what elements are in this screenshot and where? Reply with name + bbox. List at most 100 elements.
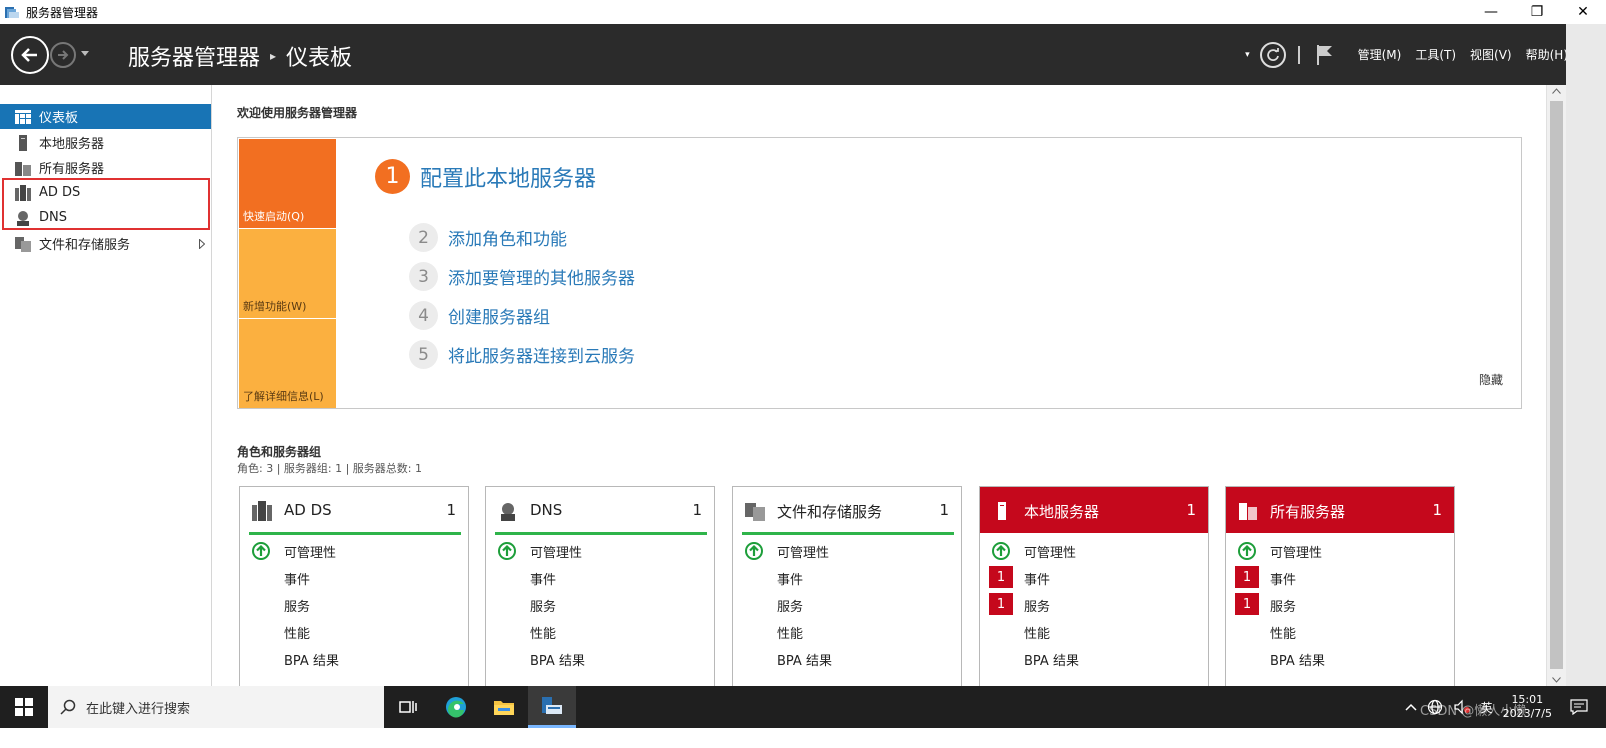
step-number: 3 (409, 262, 438, 291)
server-manager-taskbar-button[interactable] (528, 686, 576, 728)
tab-label: 了解详细信息(L) (243, 390, 324, 403)
step-number: 2 (409, 223, 438, 252)
step-add-servers[interactable]: 3 添加要管理的其他服务器 (409, 262, 635, 291)
notifications-dropdown[interactable]: ▾ (1245, 50, 1250, 60)
row-performance[interactable]: 性能 (486, 620, 714, 644)
row-events[interactable]: 事件 (240, 566, 468, 590)
row-label: 性能 (1270, 627, 1297, 642)
menu-manage[interactable]: 管理(M) (1358, 46, 1402, 63)
close-button[interactable]: ✕ (1560, 0, 1606, 24)
row-manageability[interactable]: 可管理性 (486, 539, 714, 563)
row-performance[interactable]: 性能 (1226, 620, 1454, 644)
row-services[interactable]: 服务 (240, 593, 468, 617)
alert-count-badge: 1 (989, 566, 1013, 588)
tile-count: 1 (939, 501, 949, 519)
tab-quick-start[interactable]: 快速启动(Q) (239, 139, 336, 228)
step-create-server-group[interactable]: 4 创建服务器组 (409, 301, 550, 330)
chevron-up-icon[interactable] (1405, 703, 1417, 711)
row-manageability[interactable]: 可管理性 (1226, 539, 1454, 563)
row-events[interactable]: 事件 (486, 566, 714, 590)
row-performance[interactable]: 性能 (980, 620, 1208, 644)
welcome-heading: 欢迎使用服务器管理器 (237, 106, 358, 120)
start-button[interactable] (0, 686, 48, 728)
step-link[interactable]: 创建服务器组 (448, 303, 550, 328)
row-label: BPA 结果 (777, 654, 832, 669)
status-up-icon (745, 542, 763, 560)
tile-title: AD DS (284, 501, 332, 519)
row-bpa-results[interactable]: BPA 结果 (733, 647, 961, 671)
edge-taskbar-button[interactable] (432, 686, 480, 728)
back-button[interactable] (11, 36, 49, 74)
row-bpa-results[interactable]: BPA 结果 (240, 647, 468, 671)
row-events[interactable]: 1 事件 (1226, 566, 1454, 590)
vertical-scrollbar[interactable] (1546, 85, 1566, 686)
menu-help[interactable]: 帮助(H) (1526, 46, 1568, 63)
row-services[interactable]: 服务 (733, 593, 961, 617)
sidebar-item-dashboard[interactable]: 仪表板 (0, 104, 211, 129)
tile-header[interactable]: 本地服务器 1 (980, 487, 1208, 533)
tile-header[interactable]: 文件和存储服务 1 (733, 487, 961, 533)
tile-title: DNS (530, 501, 563, 519)
maximize-button[interactable]: ❐ (1514, 0, 1560, 24)
notification-flag-icon[interactable] (1316, 44, 1334, 66)
row-manageability[interactable]: 可管理性 (733, 539, 961, 563)
row-manageability[interactable]: 可管理性 (980, 539, 1208, 563)
scroll-down-icon[interactable] (1552, 677, 1561, 683)
sidebar-item-local-server[interactable]: 本地服务器 (0, 130, 211, 155)
step-link[interactable]: 添加要管理的其他服务器 (448, 264, 635, 289)
menu-tools[interactable]: 工具(T) (1415, 46, 1456, 63)
scroll-up-icon[interactable] (1552, 88, 1561, 94)
file-explorer-taskbar-button[interactable] (480, 686, 528, 728)
row-label: 可管理性 (530, 546, 583, 561)
row-services[interactable]: 1 服务 (980, 593, 1208, 617)
tab-label: 新增功能(W) (243, 300, 307, 313)
step-add-roles[interactable]: 2 添加角色和功能 (409, 223, 567, 252)
step-link[interactable]: 将此服务器连接到云服务 (448, 342, 635, 367)
row-performance[interactable]: 性能 (733, 620, 961, 644)
step-link[interactable]: 添加角色和功能 (448, 225, 567, 250)
forward-button[interactable] (50, 42, 76, 68)
sidebar-item-file-storage[interactable]: 文件和存储服务 (0, 231, 211, 256)
roles-heading: 角色和服务器组 (237, 445, 322, 459)
minimize-button[interactable]: — (1468, 0, 1514, 24)
step-link[interactable]: 配置此本地服务器 (420, 161, 596, 193)
sidebar-item-label: 仪表板 (39, 111, 79, 126)
row-services[interactable]: 服务 (486, 593, 714, 617)
tile-file-storage[interactable]: 文件和存储服务 1 可管理性 事件 服务 性能 BPA 结果 (732, 486, 962, 686)
row-events[interactable]: 1 事件 (980, 566, 1208, 590)
tile-title: 本地服务器 (1024, 503, 1100, 521)
tile-header[interactable]: AD DS 1 (240, 487, 468, 533)
tile-local-server[interactable]: 本地服务器 1 可管理性 1 事件 1 服务 性能 BPA 结果 (979, 486, 1209, 686)
row-bpa-results[interactable]: BPA 结果 (1226, 647, 1454, 671)
sidebar-item-all-servers[interactable]: 所有服务器 (0, 155, 211, 180)
row-events[interactable]: 事件 (733, 566, 961, 590)
task-view-button[interactable] (384, 686, 432, 728)
history-dropdown-icon[interactable] (80, 50, 90, 58)
row-label: BPA 结果 (530, 654, 585, 669)
step-configure-local-server[interactable]: 1 配置此本地服务器 (375, 159, 596, 194)
notification-center-icon[interactable] (1570, 699, 1588, 715)
step-connect-cloud[interactable]: 5 将此服务器连接到云服务 (409, 340, 635, 369)
tile-dns[interactable]: DNS 1 可管理性 事件 服务 性能 BPA 结果 (485, 486, 715, 686)
tab-learn-more[interactable]: 了解详细信息(L) (239, 319, 336, 408)
menu-view[interactable]: 视图(V) (1470, 46, 1512, 63)
row-manageability[interactable]: 可管理性 (240, 539, 468, 563)
tile-ad-ds[interactable]: AD DS 1 可管理性 事件 服务 性能 BPA 结果 (239, 486, 469, 686)
expand-arrow-icon[interactable] (199, 239, 205, 249)
row-bpa-results[interactable]: BPA 结果 (980, 647, 1208, 671)
tile-header[interactable]: 所有服务器 1 (1226, 487, 1454, 533)
tile-all-servers[interactable]: 所有服务器 1 可管理性 1 事件 1 服务 性能 BPA 结果 (1225, 486, 1455, 686)
refresh-button[interactable] (1259, 41, 1286, 68)
row-performance[interactable]: 性能 (240, 620, 468, 644)
dashboard-icon (14, 108, 32, 126)
tile-count: 1 (692, 501, 702, 519)
scrollbar-thumb[interactable] (1550, 101, 1563, 669)
tab-whats-new[interactable]: 新增功能(W) (239, 229, 336, 318)
server-icon (998, 502, 1006, 520)
taskbar-search[interactable]: 在此键入进行搜索 (48, 686, 384, 728)
hide-quick-start-link[interactable]: 隐藏 (1479, 371, 1503, 388)
tile-header[interactable]: DNS 1 (486, 487, 714, 533)
breadcrumb-root[interactable]: 服务器管理器 (128, 40, 260, 72)
row-bpa-results[interactable]: BPA 结果 (486, 647, 714, 671)
row-services[interactable]: 1 服务 (1226, 593, 1454, 617)
